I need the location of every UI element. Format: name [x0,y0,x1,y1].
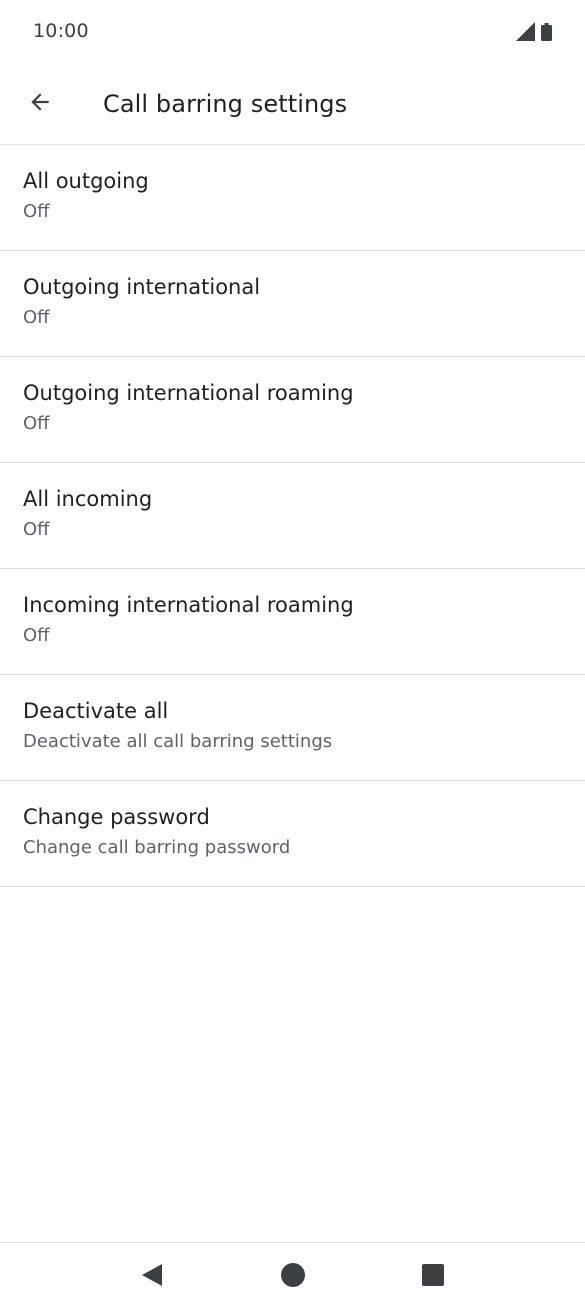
setting-summary: Off [23,413,50,434]
setting-change-password[interactable]: Change password Change call barring pass… [0,781,585,887]
arrow-back-icon [27,89,53,119]
setting-all-incoming[interactable]: All incoming Off [0,463,585,569]
setting-summary: Deactivate all call barring settings [23,731,333,752]
setting-summary: Change call barring password [23,837,291,858]
status-time: 10:00 [33,20,89,42]
setting-summary: Off [23,201,50,222]
setting-title: All incoming [23,487,153,511]
cell-signal-icon [516,22,535,45]
back-button[interactable] [16,80,64,128]
page-title: Call barring settings [103,90,348,118]
nav-home-button[interactable] [279,1263,307,1291]
setting-title: Change password [23,805,210,829]
settings-list: All outgoing Off Outgoing international … [0,145,585,887]
status-icons [516,22,552,45]
status-bar: 10:00 [0,0,585,64]
setting-title: Outgoing international roaming [23,381,354,405]
setting-outgoing-international-roaming[interactable]: Outgoing international roaming Off [0,357,585,463]
app-bar: Call barring settings [0,64,585,145]
setting-outgoing-international[interactable]: Outgoing international Off [0,251,585,357]
nav-recents-button[interactable] [419,1263,447,1291]
setting-summary: Off [23,519,50,540]
setting-title: Deactivate all [23,699,169,723]
setting-deactivate-all[interactable]: Deactivate all Deactivate all call barri… [0,675,585,781]
navigation-bar [0,1242,585,1311]
nav-home-circle-icon [280,1262,306,1292]
nav-back-button[interactable] [138,1263,166,1291]
setting-incoming-international-roaming[interactable]: Incoming international roaming Off [0,569,585,675]
nav-recents-square-icon [421,1263,445,1291]
setting-summary: Off [23,625,50,646]
nav-back-triangle-icon [140,1263,164,1291]
setting-title: Incoming international roaming [23,593,354,617]
battery-icon [541,22,552,45]
setting-title: Outgoing international [23,275,261,299]
setting-title: All outgoing [23,169,149,193]
setting-all-outgoing[interactable]: All outgoing Off [0,145,585,251]
setting-summary: Off [23,307,50,328]
